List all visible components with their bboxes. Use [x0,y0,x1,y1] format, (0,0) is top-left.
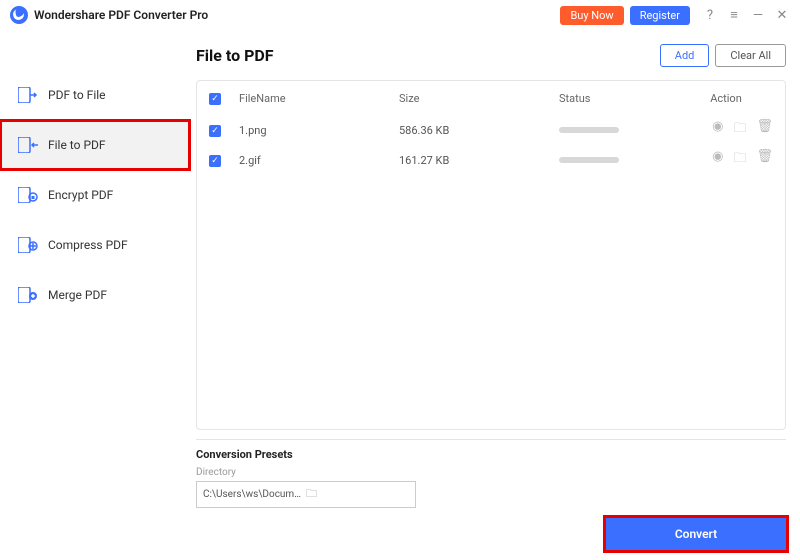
register-button[interactable]: Register [630,6,690,25]
minimize-icon[interactable]: — [748,5,768,25]
app-title: Wondershare PDF Converter Pro [34,8,208,22]
content-area: File to PDF Add Clear All ✓ FileName Siz… [190,30,800,560]
page-title: File to PDF [196,46,274,65]
clear-all-button[interactable]: Clear All [715,44,786,67]
presets-title: Conversion Presets [196,448,786,461]
delete-icon[interactable]: 🗑 [756,119,773,141]
cell-size: 586.36 KB [399,124,559,137]
folder-icon[interactable]: 🗀 [733,119,746,141]
delete-icon[interactable]: 🗑 [756,149,773,171]
progress-bar [559,127,619,133]
directory-field[interactable]: C:\Users\ws\Documents\PDFConvert 🗀 [196,481,416,508]
table-row: ✓ 1.png 586.36 KB ◉ 🗀 🗑 [197,115,785,145]
cell-filename: 2.gif [239,154,399,167]
sidebar-item-label: PDF to File [48,88,106,102]
sidebar-item-encrypt-pdf[interactable]: Encrypt PDF [0,170,190,220]
convert-button[interactable]: Convert [606,518,786,550]
sidebar: PDF to File File to PDF Encrypt PDF Comp… [0,30,190,560]
browse-folder-icon[interactable]: 🗀 [306,485,409,504]
menu-icon[interactable]: ≡ [724,5,744,25]
sidebar-item-pdf-to-file[interactable]: PDF to File [0,70,190,120]
col-status: Status [559,92,679,105]
lock-icon [18,187,38,203]
sidebar-item-label: File to PDF [48,138,106,152]
merge-icon [18,287,38,303]
help-icon[interactable]: ? [700,5,720,25]
cell-size: 161.27 KB [399,154,559,167]
add-button[interactable]: Add [660,44,710,67]
app-logo-icon [10,6,28,24]
sidebar-item-merge-pdf[interactable]: Merge PDF [0,270,190,320]
conversion-presets: Conversion Presets Directory C:\Users\ws… [196,439,786,508]
sidebar-item-label: Compress PDF [48,238,128,252]
row-checkbox[interactable]: ✓ [209,155,221,167]
preview-icon[interactable]: ◉ [712,119,723,141]
table-header: ✓ FileName Size Status Action [197,81,785,115]
sidebar-item-file-to-pdf[interactable]: File to PDF [0,120,190,170]
sidebar-item-label: Encrypt PDF [48,188,113,202]
buy-now-button[interactable]: Buy Now [560,6,623,25]
cell-filename: 1.png [239,124,399,137]
export-icon [18,87,38,103]
sidebar-item-compress-pdf[interactable]: Compress PDF [0,220,190,270]
col-action: Action [679,92,773,105]
directory-label: Directory [196,467,786,478]
titlebar: Wondershare PDF Converter Pro Buy Now Re… [0,0,800,30]
sidebar-item-label: Merge PDF [48,288,107,302]
row-checkbox[interactable]: ✓ [209,125,221,137]
directory-value: C:\Users\ws\Documents\PDFConvert [203,489,306,500]
select-all-checkbox[interactable]: ✓ [209,93,221,105]
close-icon[interactable]: ✕ [772,5,792,25]
file-table: ✓ FileName Size Status Action ✓ 1.png 58… [196,80,786,430]
progress-bar [559,157,619,163]
compress-icon [18,237,38,253]
page-header: File to PDF Add Clear All [196,30,786,80]
preview-icon[interactable]: ◉ [712,149,723,171]
col-size: Size [399,92,559,105]
import-icon [18,137,38,153]
table-row: ✓ 2.gif 161.27 KB ◉ 🗀 🗑 [197,145,785,175]
folder-icon[interactable]: 🗀 [733,149,746,171]
col-filename: FileName [239,92,399,105]
convert-highlight: Convert [606,518,786,550]
